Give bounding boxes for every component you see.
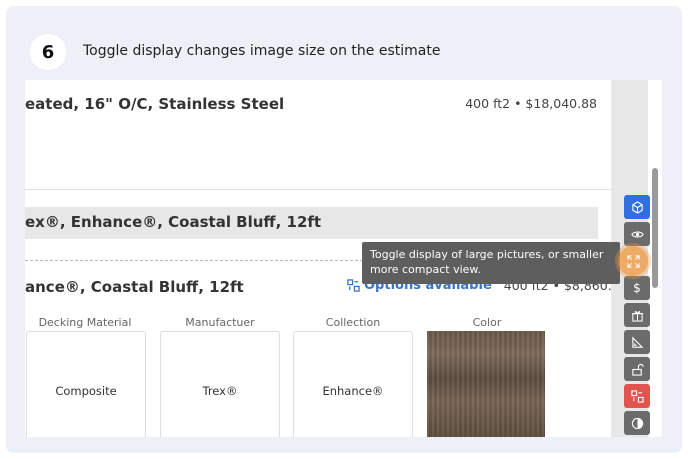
decking-item-title: ance®, Coastal Bluff, 12ft xyxy=(25,278,244,296)
row-divider xyxy=(25,189,611,190)
toggle-display-button[interactable] xyxy=(618,246,648,276)
unlock-icon-button[interactable] xyxy=(624,357,650,381)
step-description: Toggle display changes image size on the… xyxy=(83,43,441,59)
contrast-icon-button[interactable] xyxy=(624,411,650,435)
column-header-collection: Collection xyxy=(325,316,381,329)
collection-value: Enhance® xyxy=(322,384,384,398)
gift-icon-button[interactable] xyxy=(624,303,650,327)
collection-tile[interactable]: Enhance® xyxy=(293,331,413,437)
column-header-color: Color xyxy=(472,316,502,329)
decking-material-tile[interactable]: Composite xyxy=(26,331,146,437)
manufacturer-tile[interactable]: Trex® xyxy=(160,331,280,437)
options-icon xyxy=(347,279,360,292)
cube-icon xyxy=(631,200,643,214)
section-band[interactable]: ex®, Enhance®, Coastal Bluff, 12ft xyxy=(25,207,598,239)
toggle-display-tooltip: Toggle display of large pictures, or sma… xyxy=(362,242,620,284)
scrollbar-thumb[interactable] xyxy=(652,168,658,288)
eye-icon-button[interactable] xyxy=(624,222,650,246)
decking-material-value: Composite xyxy=(55,384,117,398)
column-header-decking-material: Decking Material xyxy=(38,316,132,329)
dollar-icon: $ xyxy=(633,281,641,295)
estimate-screenshot: eated, 16" O/C, Stainless Steel 400 ft2 … xyxy=(25,80,662,437)
manufacturer-value: Trex® xyxy=(202,384,238,398)
unlock-icon xyxy=(631,363,644,376)
ruler-triangle-icon-button[interactable] xyxy=(624,330,650,354)
cube-icon-button[interactable] xyxy=(624,195,650,219)
shapes-icon xyxy=(630,389,644,403)
line-item-price: 400 ft2 • $18,040.88 xyxy=(465,96,597,111)
shapes-icon-button[interactable] xyxy=(624,384,650,408)
contrast-icon xyxy=(631,417,643,429)
color-swatch-image[interactable] xyxy=(427,331,545,437)
expand-icon xyxy=(626,254,640,268)
line-item-title: eated, 16" O/C, Stainless Steel xyxy=(25,95,285,113)
section-title: ex®, Enhance®, Coastal Bluff, 12ft xyxy=(25,213,322,231)
column-header-manufacturer: Manufactuer xyxy=(185,316,255,329)
step-number: 6 xyxy=(30,34,66,70)
gift-icon xyxy=(631,310,643,322)
eye-icon xyxy=(630,231,644,237)
ruler-triangle-icon xyxy=(631,336,643,348)
dollar-icon-button[interactable]: $ xyxy=(624,276,650,300)
